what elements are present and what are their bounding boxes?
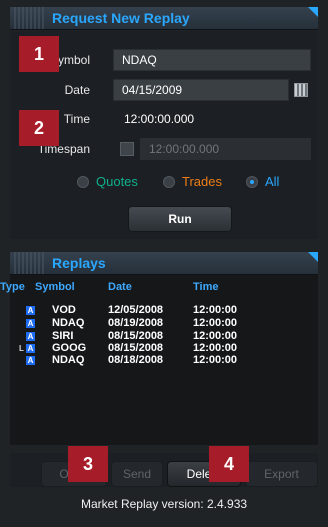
replays-panel-title: Replays [52, 255, 106, 271]
collapse-icon[interactable] [308, 7, 318, 17]
quotes-radio[interactable] [77, 176, 89, 188]
callout-3: 3 [68, 446, 108, 482]
replays-panel-header[interactable]: Replays [10, 252, 318, 275]
column-header-time[interactable]: Time [193, 281, 218, 293]
table-row[interactable]: A NDAQ 08/18/2008 12:00:00 [0, 355, 320, 366]
trades-radio-label[interactable]: Trades [182, 174, 222, 189]
callout-1: 1 [19, 36, 59, 72]
column-header-date[interactable]: Date [108, 281, 132, 293]
replay-symbol: GOOG [52, 342, 87, 354]
replay-symbol: NDAQ [52, 354, 85, 366]
replay-symbol: VOD [52, 304, 76, 316]
replay-time: 12:00:00 [193, 304, 238, 316]
all-radio-label[interactable]: All [265, 174, 279, 189]
lock-icon: L [19, 344, 24, 353]
run-button[interactable]: Run [128, 206, 232, 232]
callout-4: 4 [209, 446, 249, 482]
replay-date: 08/15/2008 [108, 342, 164, 354]
date-label: Date [64, 83, 90, 97]
request-panel-header[interactable]: Request New Replay [10, 7, 318, 30]
replay-time: 12:00:00 [193, 342, 238, 354]
replay-date: 12/05/2008 [108, 304, 164, 316]
replay-type-icon: A [26, 332, 35, 341]
calendar-icon[interactable] [294, 83, 308, 97]
table-row[interactable]: A SIRI 08/15/2008 12:00:00 [0, 331, 320, 342]
replay-type-icon: A [26, 356, 35, 365]
timespan-input[interactable]: 12:00:00.000 [140, 138, 311, 160]
replay-date: 08/19/2008 [108, 317, 164, 329]
drag-grip-icon[interactable] [14, 7, 46, 29]
send-button[interactable]: Send [111, 461, 163, 487]
column-header-symbol[interactable]: Symbol [35, 281, 75, 293]
replay-symbol: SIRI [52, 330, 74, 342]
replay-time: 12:00:00 [193, 330, 238, 342]
request-panel-title: Request New Replay [52, 10, 190, 26]
column-header-type[interactable]: Type [0, 281, 25, 293]
quotes-radio-label[interactable]: Quotes [96, 174, 138, 189]
replay-type-icon: A [26, 344, 35, 353]
time-value[interactable]: 12:00:00.000 [124, 112, 194, 126]
all-radio[interactable] [246, 176, 258, 188]
drag-grip-icon[interactable] [14, 252, 46, 274]
callout-2: 2 [19, 110, 59, 146]
table-row[interactable]: L A GOOG 08/15/2008 12:00:00 [0, 343, 320, 354]
table-row[interactable]: A VOD 12/05/2008 12:00:00 [0, 305, 320, 316]
table-row[interactable]: A NDAQ 08/19/2008 12:00:00 [0, 318, 320, 329]
replay-time: 12:00:00 [193, 317, 238, 329]
trades-radio[interactable] [163, 176, 175, 188]
replay-type-icon: A [26, 306, 35, 315]
market-replay-window: Request New Replay Symbol NDAQ Date 04/1… [0, 0, 328, 527]
replay-date: 08/18/2008 [108, 354, 164, 366]
replay-date: 08/15/2008 [108, 330, 164, 342]
collapse-icon[interactable] [308, 252, 318, 262]
version-label: Market Replay version: 2.4.933 [80, 497, 248, 511]
timespan-checkbox[interactable] [120, 142, 134, 156]
date-input[interactable]: 04/15/2009 [113, 79, 289, 101]
replay-symbol: NDAQ [52, 317, 85, 329]
symbol-input[interactable]: NDAQ [113, 49, 311, 71]
replay-type-icon: A [26, 319, 35, 328]
replay-time: 12:00:00 [193, 354, 238, 366]
export-button[interactable]: Export [245, 461, 318, 487]
